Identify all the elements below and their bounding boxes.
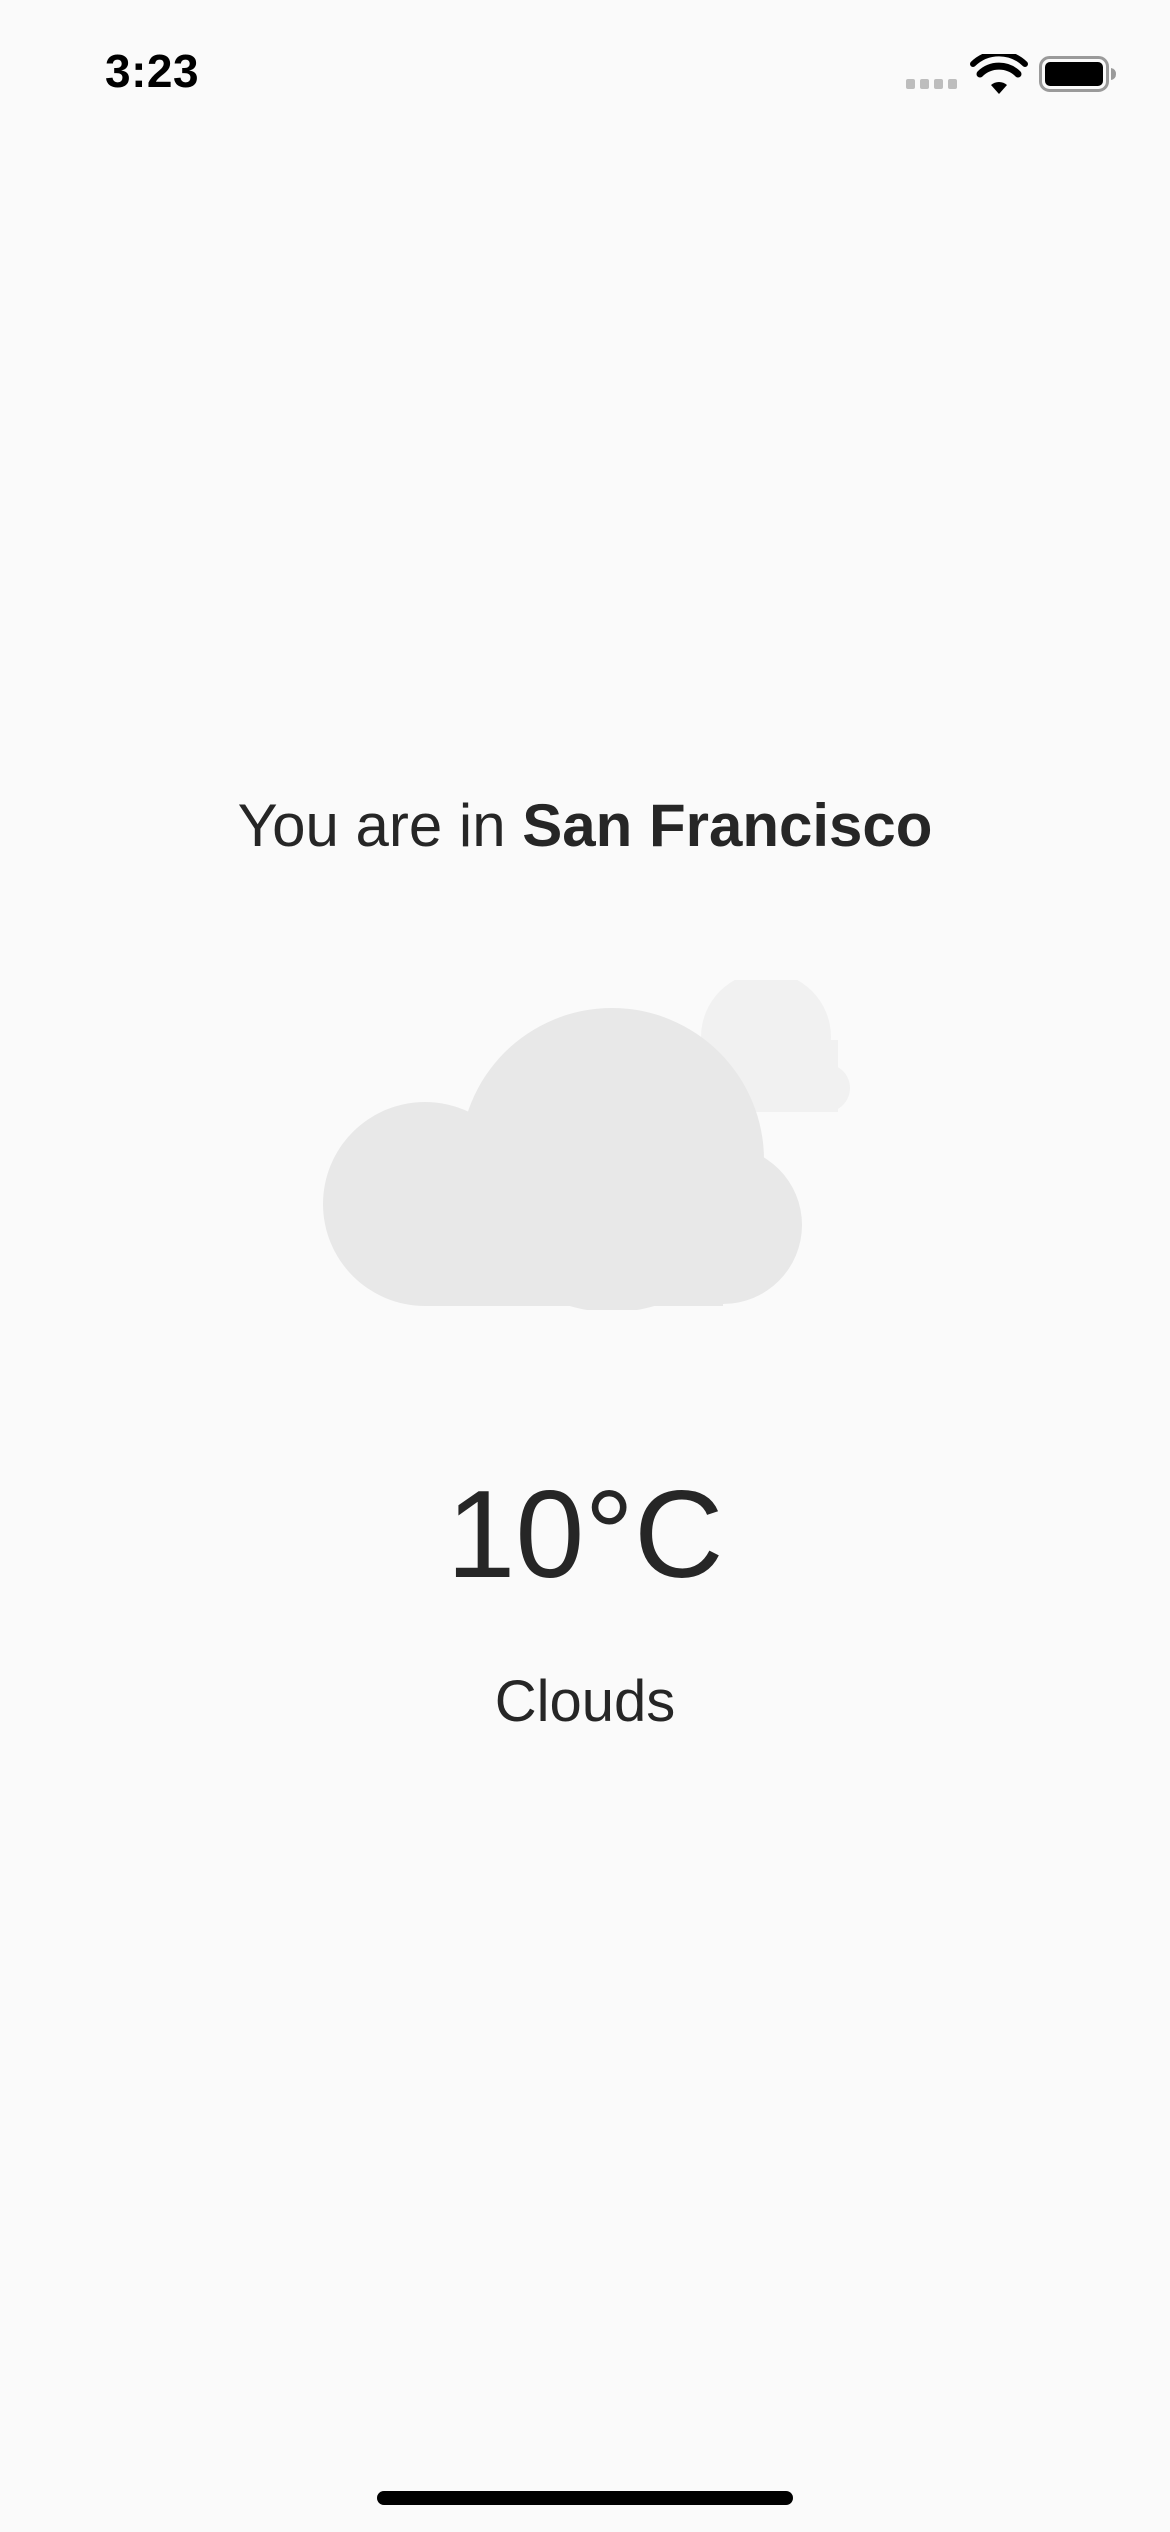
temperature-value: 10°C: [446, 1466, 724, 1604]
weather-condition: Clouds: [494, 1669, 676, 1734]
cellular-signal-icon: [906, 79, 958, 89]
battery-icon: [1039, 56, 1116, 92]
cloud-icon: [323, 980, 850, 1310]
status-time: 3:23: [105, 45, 200, 97]
location-text: You are in San Francisco: [0, 786, 1170, 866]
location-prefix: You are in: [237, 792, 523, 859]
status-bar: 3:23: [0, 0, 1170, 150]
wifi-icon: [970, 54, 1028, 94]
location-city: San Francisco: [522, 792, 933, 859]
home-indicator[interactable]: [377, 2491, 793, 2505]
